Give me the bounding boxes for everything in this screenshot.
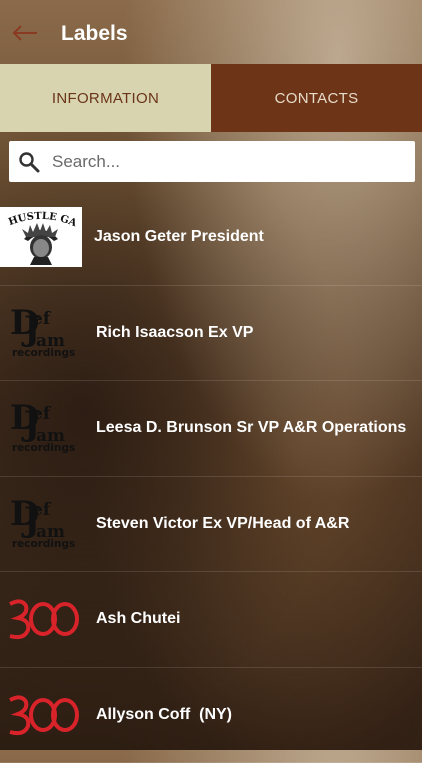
list-item-label: Jason Geter President (94, 228, 264, 246)
list-item-label: Steven Victor Ex VP/Head of A&R (96, 515, 349, 533)
svg-text:recordings: recordings (12, 442, 75, 454)
list-item[interactable]: Allyson Coff (NY) (0, 668, 422, 763)
list-item-label: Rich Isaacson Ex VP (96, 324, 253, 342)
tab-contacts[interactable]: CONTACTS (211, 64, 422, 132)
def-jam-logo: D ef J am recordings (0, 493, 84, 555)
list-item-label: Ash Chutei (96, 610, 180, 628)
list-item[interactable]: D ef J am recordings Leesa D. Brunson Sr… (0, 381, 422, 477)
list-item[interactable]: D ef J am recordings Steven Victor Ex VP… (0, 477, 422, 573)
search-bar (9, 141, 415, 182)
def-jam-logo: D ef J am recordings (0, 302, 84, 364)
svg-text:HUSTLE GANG: HUSTLE GANG (0, 207, 78, 229)
label-list: HUSTLE GANG Jason Geter President D ef J… (0, 190, 422, 763)
tab-bar: INFORMATION CONTACTS (0, 64, 422, 132)
def-jam-logo: D ef J am recordings (0, 397, 84, 459)
tab-information[interactable]: INFORMATION (0, 64, 211, 132)
list-item[interactable]: HUSTLE GANG Jason Geter President (0, 190, 422, 286)
app-header: Labels (0, 0, 422, 66)
back-button[interactable] (8, 18, 42, 48)
hustle-gang-logo: HUSTLE GANG (0, 207, 82, 267)
list-item-label: Allyson Coff (NY) (96, 706, 232, 724)
300-logo (0, 684, 84, 746)
list-item[interactable]: D ef J am recordings Rich Isaacson Ex VP (0, 286, 422, 382)
list-item[interactable]: Ash Chutei (0, 572, 422, 668)
svg-text:recordings: recordings (12, 347, 75, 359)
search-input[interactable] (50, 151, 374, 173)
page-title: Labels (61, 22, 128, 46)
300-logo (0, 588, 84, 650)
list-item-label: Leesa D. Brunson Sr VP A&R Operations (96, 419, 406, 437)
back-arrow-icon (12, 25, 38, 41)
svg-text:recordings: recordings (12, 538, 75, 550)
search-icon (18, 151, 40, 173)
